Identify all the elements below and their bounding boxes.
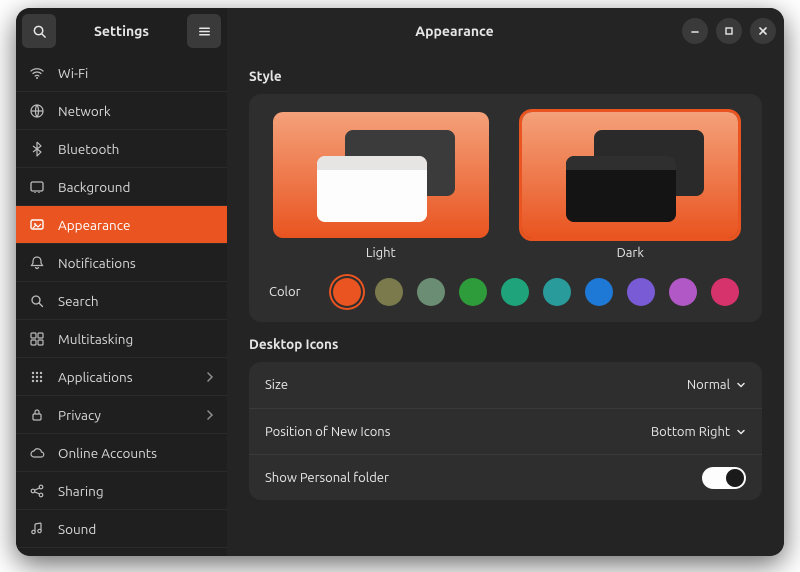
style-label: Dark [617,246,644,260]
sidebar-item-sound[interactable]: Sound [16,510,227,548]
sidebar-item-search[interactable]: Search [16,282,227,320]
sidebar-item-privacy[interactable]: Privacy [16,396,227,434]
settings-window: Settings Wi-Fi Network Bluetooth Backgro… [16,8,784,556]
cloud-icon [28,444,46,462]
chevron-down-icon [736,380,746,390]
bluetooth-icon [28,140,46,158]
desktop-icons-personal-folder-row: Show Personal folder [249,454,762,500]
personal-folder-toggle[interactable] [702,467,746,489]
sidebar-item-label: Notifications [58,255,136,271]
multitasking-icon [28,330,46,348]
minimize-icon [690,26,700,36]
accent-color-row: Color [269,278,742,306]
sidebar-item-label: Background [58,179,130,195]
color-swatch-teal[interactable] [501,278,529,306]
sidebar-item-label: Network [58,103,111,119]
globe-icon [28,102,46,120]
sidebar-item-online-accounts[interactable]: Online Accounts [16,434,227,472]
sidebar-item-sharing[interactable]: Sharing [16,472,227,510]
sidebar-item-multitasking[interactable]: Multitasking [16,320,227,358]
search-button[interactable] [22,14,56,48]
sidebar-item-label: Bluetooth [58,141,119,157]
color-swatch-cyan[interactable] [543,278,571,306]
apps-icon [28,368,46,386]
close-button[interactable] [750,18,776,44]
sidebar-item-background[interactable]: Background [16,168,227,206]
color-swatch-red[interactable] [711,278,739,306]
row-label: Position of New Icons [265,425,390,439]
main-panel: Appearance Style Light [227,8,784,556]
chevron-right-icon [205,410,215,420]
sidebar-item-label: Search [58,293,99,309]
sidebar-item-notifications[interactable]: Notifications [16,244,227,282]
style-thumbnail-light [273,112,489,238]
menu-button[interactable] [187,14,221,48]
maximize-icon [724,26,734,36]
hamburger-icon [197,24,212,39]
style-option-dark[interactable]: Dark [519,112,743,260]
sidebar-title: Settings [62,23,181,39]
row-value-text: Normal [687,378,730,392]
color-swatch-magenta[interactable] [669,278,697,306]
desktop-icons-card: Size Normal Position of New Icons Bottom… [249,362,762,500]
style-heading: Style [249,68,762,84]
color-label: Color [269,285,311,299]
desktop-icons-heading: Desktop Icons [249,336,762,352]
sidebar-nav: Wi-Fi Network Bluetooth Background Appea… [16,54,227,556]
style-card: Light Dark Color [249,94,762,322]
page-title: Appearance [235,23,674,39]
wifi-icon [28,64,46,82]
sidebar-item-bluetooth[interactable]: Bluetooth [16,130,227,168]
appearance-icon [28,216,46,234]
sidebar-item-applications[interactable]: Applications [16,358,227,396]
search-icon [32,24,47,39]
color-swatch-olive[interactable] [375,278,403,306]
sidebar-item-network[interactable]: Network [16,92,227,130]
color-swatch-purple[interactable] [627,278,655,306]
color-swatch-sage[interactable] [417,278,445,306]
main-header: Appearance [227,8,784,54]
sidebar-item-label: Appearance [58,217,130,233]
lock-icon [28,406,46,424]
color-swatch-blue[interactable] [585,278,613,306]
background-icon [28,178,46,196]
sidebar-item-label: Wi-Fi [58,65,88,81]
chevron-down-icon [736,427,746,437]
row-label: Show Personal folder [265,471,389,485]
sidebar-item-appearance[interactable]: Appearance [16,206,227,244]
style-label: Light [366,246,396,260]
desktop-icons-size-row[interactable]: Size Normal [249,362,762,408]
desktop-icons-position-row[interactable]: Position of New Icons Bottom Right [249,408,762,454]
sidebar-item-label: Multitasking [58,331,133,347]
maximize-button[interactable] [716,18,742,44]
sidebar: Settings Wi-Fi Network Bluetooth Backgro… [16,8,227,556]
share-icon [28,482,46,500]
color-swatch-green[interactable] [459,278,487,306]
row-value-text: Bottom Right [651,425,730,439]
sidebar-item-wifi[interactable]: Wi-Fi [16,54,227,92]
bell-icon [28,254,46,272]
search-icon [28,292,46,310]
sidebar-item-label: Online Accounts [58,445,157,461]
style-options: Light Dark [269,112,742,260]
content: Style Light Dark [227,54,784,556]
row-label: Size [265,378,288,392]
row-value: Bottom Right [651,425,746,439]
sidebar-header: Settings [16,8,227,54]
close-icon [758,26,768,36]
sidebar-item-label: Applications [58,369,133,385]
sidebar-item-label: Sound [58,521,96,537]
row-value: Normal [687,378,746,392]
color-swatch-orange[interactable] [333,278,361,306]
minimize-button[interactable] [682,18,708,44]
sidebar-item-label: Sharing [58,483,104,499]
style-option-light[interactable]: Light [269,112,493,260]
sidebar-item-label: Privacy [58,407,101,423]
chevron-right-icon [205,372,215,382]
style-thumbnail-dark [522,112,738,238]
music-icon [28,520,46,538]
